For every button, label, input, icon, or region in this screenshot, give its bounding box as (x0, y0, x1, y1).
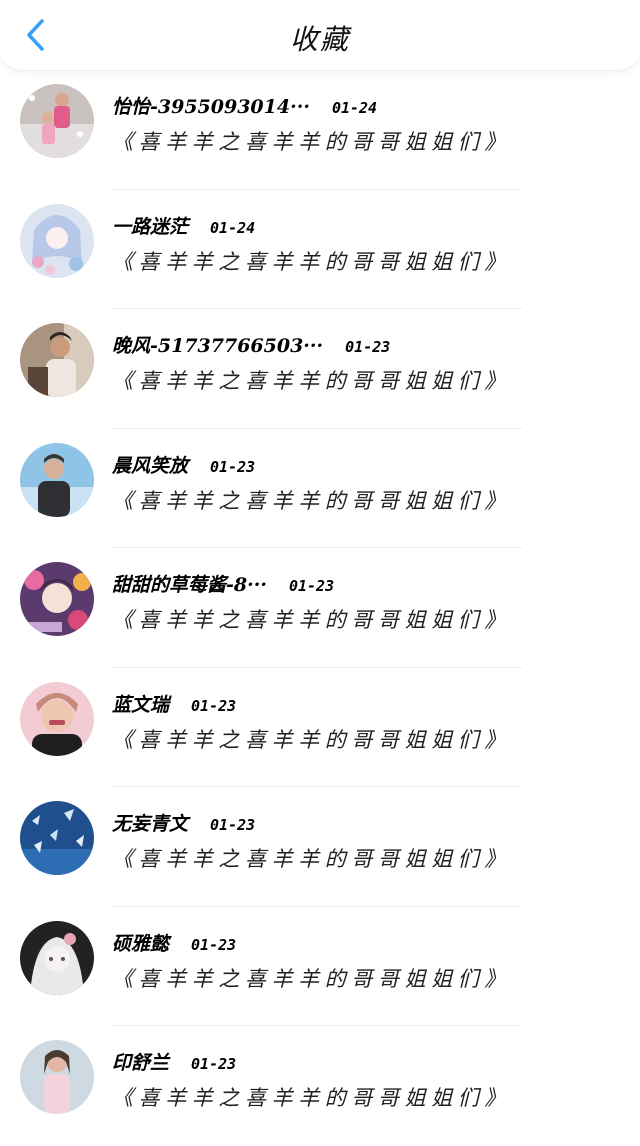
header-bar: 收藏 (0, 0, 640, 71)
post-date: 01-23 (191, 1055, 237, 1073)
avatar[interactable] (20, 203, 94, 278)
post-date: 01-23 (210, 816, 256, 834)
user-name[interactable]: 甜甜的草莓酱-8··· (112, 574, 267, 596)
favorite-title[interactable]: 《喜羊羊之喜羊羊的哥哥姐姐们》 (112, 485, 511, 515)
post-date: 01-24 (331, 99, 378, 117)
post-date: 01-23 (210, 457, 256, 476)
avatar[interactable] (20, 1040, 94, 1114)
post-date: 01-23 (288, 577, 335, 595)
user-name[interactable]: 一路迷茫 (112, 216, 188, 238)
favorite-title[interactable]: 《喜羊羊之喜羊羊的哥哥姐姐们》 (112, 1082, 511, 1112)
list-item[interactable]: 晚风-51737766503··· 01-23 《喜羊羊之喜羊羊的哥哥姐姐们》 (0, 309, 640, 429)
favorite-title[interactable]: 《喜羊羊之喜羊羊的哥哥姐姐们》 (112, 365, 511, 395)
list-item[interactable]: 甜甜的草莓酱-8··· 01-23 《喜羊羊之喜羊羊的哥哥姐姐们》 (0, 548, 640, 668)
avatar[interactable] (20, 681, 94, 756)
favorite-title[interactable]: 《喜羊羊之喜羊羊的哥哥姐姐们》 (112, 963, 511, 993)
user-name[interactable]: 晚风-51737766503··· (112, 335, 323, 357)
user-name[interactable]: 怡怡-3955093014··· (112, 96, 310, 118)
favorite-title[interactable]: 《喜羊羊之喜羊羊的哥哥姐姐们》 (112, 724, 511, 754)
user-name[interactable]: 无妄青文 (112, 813, 188, 835)
avatar[interactable] (20, 920, 94, 995)
user-name[interactable]: 蓝文瑞 (112, 694, 169, 716)
avatar[interactable] (20, 323, 94, 397)
list-item[interactable]: 无妄青文 01-23 《喜羊羊之喜羊羊的哥哥姐姐们》 (0, 787, 640, 907)
user-name[interactable]: 印舒兰 (112, 1052, 169, 1074)
user-name[interactable]: 晨风笑放 (112, 455, 188, 477)
favorite-title[interactable]: 《喜羊羊之喜羊羊的哥哥姐姐们》 (112, 126, 511, 156)
post-date: 01-23 (191, 935, 237, 954)
post-date: 01-24 (210, 218, 256, 237)
list-item[interactable]: 硕雅懿 01-23 《喜羊羊之喜羊羊的哥哥姐姐们》 (0, 907, 640, 1026)
post-date: 01-23 (345, 338, 391, 356)
user-name[interactable]: 硕雅懿 (112, 933, 169, 955)
favorite-title[interactable]: 《喜羊羊之喜羊羊的哥哥姐姐们》 (112, 604, 511, 634)
favorite-title[interactable]: 《喜羊羊之喜羊羊的哥哥姐姐们》 (112, 246, 511, 276)
avatar[interactable] (20, 801, 94, 875)
avatar[interactable] (20, 84, 94, 158)
list-item[interactable]: 蓝文瑞 01-23 《喜羊羊之喜羊羊的哥哥姐姐们》 (0, 668, 640, 787)
page-title: 收藏 (289, 23, 350, 56)
avatar[interactable] (20, 442, 94, 517)
list-item[interactable]: 印舒兰 01-23 《喜羊羊之喜羊羊的哥哥姐姐们》 (0, 1026, 640, 1146)
post-date: 01-23 (191, 696, 237, 715)
list-item[interactable]: 怡怡-3955093014··· 01-24 《喜羊羊之喜羊羊的哥哥姐姐们》 (0, 70, 640, 190)
favorite-title[interactable]: 《喜羊羊之喜羊羊的哥哥姐姐们》 (112, 843, 511, 873)
avatar[interactable] (20, 562, 94, 636)
list-item[interactable]: 一路迷茫 01-24 《喜羊羊之喜羊羊的哥哥姐姐们》 (0, 190, 640, 309)
favorites-list: 怡怡-3955093014··· 01-24 《喜羊羊之喜羊羊的哥哥姐姐们》 一路… (0, 70, 640, 1146)
list-item[interactable]: 晨风笑放 01-23 《喜羊羊之喜羊羊的哥哥姐姐们》 (0, 429, 640, 548)
